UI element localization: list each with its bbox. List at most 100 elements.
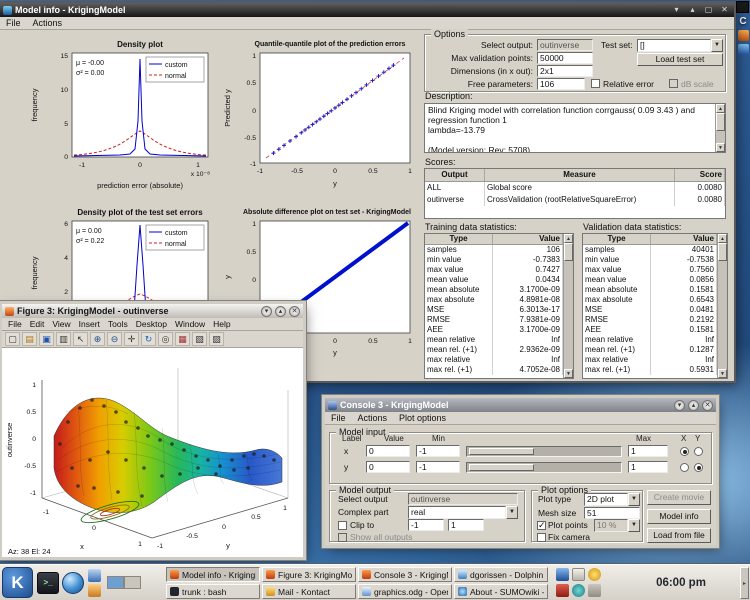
- scores-row[interactable]: outinverse CrossValidation (rootRelative…: [425, 194, 725, 206]
- menu-item[interactable]: Edit: [30, 319, 45, 329]
- task-button[interactable]: Mail - Kontact: [262, 584, 356, 599]
- display-tray-icon[interactable]: [556, 568, 569, 581]
- x-slider[interactable]: [466, 446, 622, 457]
- plot-type-dropdown[interactable]: 2D plot ▼: [584, 493, 640, 506]
- close-icon[interactable]: ✕: [718, 4, 731, 16]
- menu-item[interactable]: Insert: [79, 319, 100, 329]
- menu-item[interactable]: Actions: [358, 413, 388, 423]
- scroll-down-icon[interactable]: ▼: [716, 143, 725, 152]
- task-button[interactable]: graphics.odg - OpenO...: [358, 584, 452, 599]
- volume-tray-icon[interactable]: [588, 584, 601, 597]
- dropdown-arrow-icon[interactable]: ▼: [506, 506, 518, 519]
- menu-item[interactable]: File: [6, 18, 21, 28]
- dropdown-arrow-icon[interactable]: ▼: [711, 39, 723, 52]
- zoom-out-icon[interactable]: ⊖: [107, 332, 122, 346]
- training-stats-scrollbar[interactable]: ▲ ▼: [563, 234, 573, 378]
- relative-error-checkbox[interactable]: [591, 79, 600, 88]
- clip-max-field[interactable]: 1: [448, 519, 484, 531]
- movie-speed-dropdown[interactable]: 10 % ▼: [594, 519, 640, 532]
- y-min-field[interactable]: -1: [416, 461, 460, 473]
- create-movie-button[interactable]: Create movie: [647, 490, 711, 505]
- stats-row[interactable]: min value -0.7383: [425, 255, 563, 265]
- clipboard-tray-icon[interactable]: [572, 568, 585, 581]
- stats-row[interactable]: AEE 3.1700e-09: [425, 325, 563, 335]
- close-icon[interactable]: ✕: [289, 306, 300, 317]
- stats-row[interactable]: max absolute 0.6543: [583, 295, 717, 305]
- x-min-field[interactable]: -1: [416, 445, 460, 457]
- menu-item[interactable]: Help: [213, 319, 230, 329]
- stats-row[interactable]: MSE 0.0481: [583, 305, 717, 315]
- stats-row[interactable]: mean value 0.0856: [583, 275, 717, 285]
- y-value-field[interactable]: 0: [366, 461, 410, 473]
- figure-titlebar[interactable]: Figure 3: KrigingModel - outinverse ▾ ▴ …: [2, 304, 303, 318]
- minimize-icon[interactable]: ▾: [261, 306, 272, 317]
- stats-row[interactable]: max rel. (+1) 0.5931: [583, 365, 717, 375]
- pan-icon[interactable]: ✛: [124, 332, 139, 346]
- show-desktop-icon[interactable]: [88, 569, 101, 582]
- network-tray-icon[interactable]: [572, 584, 585, 597]
- stats-row[interactable]: mean rel. (+1) 2.9362e-09: [425, 345, 563, 355]
- shade-icon[interactable]: ▴: [275, 306, 286, 317]
- print-figure-icon[interactable]: ▥: [56, 332, 71, 346]
- mesh-size-field[interactable]: 51: [584, 507, 640, 519]
- x-row-x-radio[interactable]: [680, 447, 689, 456]
- open-file-icon[interactable]: ▤: [22, 332, 37, 346]
- menu-item[interactable]: View: [52, 319, 70, 329]
- browser-launcher[interactable]: [62, 572, 84, 594]
- load-test-set-button[interactable]: Load test set: [637, 53, 723, 66]
- menu-item[interactable]: Window: [175, 319, 205, 329]
- terminal-launcher[interactable]: >_: [37, 572, 59, 594]
- complex-part-dropdown[interactable]: real ▼: [408, 506, 518, 519]
- stats-row[interactable]: RMSE 0.2192: [583, 315, 717, 325]
- maximize-icon[interactable]: ▢: [702, 4, 715, 16]
- y-max-field[interactable]: 1: [628, 461, 668, 473]
- stats-row[interactable]: max absolute 4.8981e-08: [425, 295, 563, 305]
- stats-row[interactable]: RMSE 7.9381e-09: [425, 315, 563, 325]
- model-info-titlebar[interactable]: Model info - KrigingModel ▾ ▴ ▢ ✕: [0, 3, 734, 17]
- x-max-field[interactable]: 1: [628, 445, 668, 457]
- stats-row[interactable]: samples 40401: [583, 245, 717, 255]
- edge-panel-icon-2[interactable]: [738, 44, 749, 55]
- stats-row[interactable]: max relative Inf: [425, 355, 563, 365]
- y-row-y-radio[interactable]: [694, 463, 703, 472]
- slider-handle[interactable]: [469, 448, 534, 455]
- stats-row[interactable]: mean rel. (+1) 0.1287: [583, 345, 717, 355]
- stats-row[interactable]: mean value 0.0434: [425, 275, 563, 285]
- edge-panel-icon-1[interactable]: [738, 30, 749, 41]
- close-icon[interactable]: ✕: [702, 400, 713, 411]
- scrollbar-thumb[interactable]: [718, 243, 727, 261]
- new-figure-icon[interactable]: ▢: [5, 332, 20, 346]
- scores-row[interactable]: ALL Global score 0.0080: [425, 182, 725, 194]
- task-button[interactable]: About - SUMOwiki -...: [454, 584, 548, 599]
- plot-points-checkbox[interactable]: ✓: [537, 521, 546, 530]
- task-button[interactable]: dgorissen - Dolphin: [454, 567, 548, 582]
- free-parameters-field[interactable]: 106: [537, 78, 585, 90]
- k-menu-button[interactable]: K: [2, 567, 33, 598]
- stats-row[interactable]: max rel. (+1) 4.7052e-08: [425, 365, 563, 375]
- x-row-y-radio[interactable]: [694, 447, 703, 456]
- task-button[interactable]: Figure 3: KrigingModel...: [262, 567, 356, 582]
- dropdown-arrow-icon[interactable]: ▼: [628, 493, 640, 506]
- colorbar-icon[interactable]: ▦: [175, 332, 190, 346]
- db-scale-checkbox[interactable]: [669, 79, 678, 88]
- scroll-up-icon[interactable]: ▲: [564, 234, 573, 243]
- edit-plot-icon[interactable]: ↖: [73, 332, 88, 346]
- stats-row[interactable]: AEE 0.1581: [583, 325, 717, 335]
- y-slider[interactable]: [466, 462, 622, 473]
- menu-item[interactable]: File: [331, 413, 346, 423]
- home-folder-icon[interactable]: [88, 584, 101, 597]
- alarm-tray-icon[interactable]: [556, 584, 569, 597]
- description-scrollbar[interactable]: ▲ ▼: [715, 104, 725, 152]
- scroll-down-icon[interactable]: ▼: [564, 369, 573, 378]
- stats-row[interactable]: max value 0.7427: [425, 265, 563, 275]
- stats-row[interactable]: mean relative Inf: [583, 335, 717, 345]
- clock[interactable]: 06:00 pm: [646, 565, 716, 600]
- stats-row[interactable]: max relative Inf: [583, 355, 717, 365]
- menu-item[interactable]: Plot options: [399, 413, 446, 423]
- max-validation-field[interactable]: 50000: [537, 52, 593, 64]
- scrollbar-thumb[interactable]: [564, 243, 573, 261]
- clip-to-checkbox[interactable]: [338, 521, 347, 530]
- rotate-3d-icon[interactable]: ↻: [141, 332, 156, 346]
- menu-item[interactable]: File: [8, 319, 22, 329]
- shade-icon[interactable]: ▴: [688, 400, 699, 411]
